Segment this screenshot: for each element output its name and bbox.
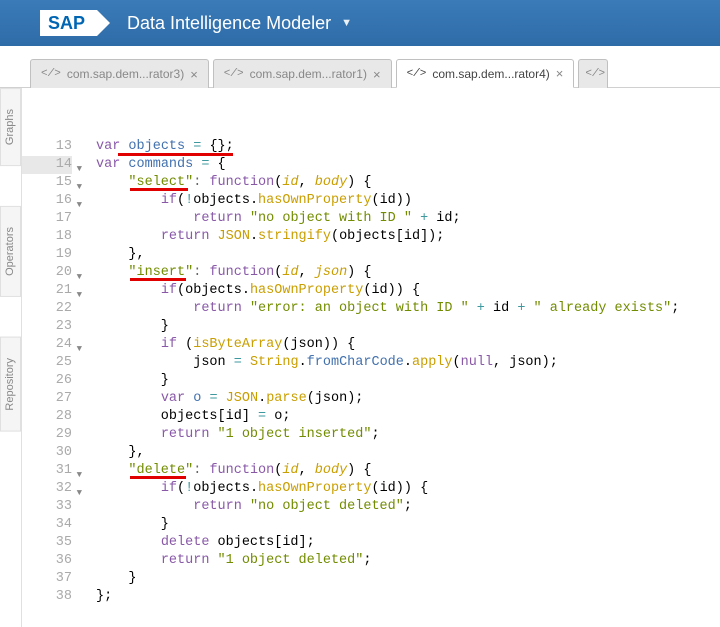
code-line[interactable]: } [96,318,720,336]
code-line[interactable]: return "no object deleted"; [96,498,720,516]
code-icon: </> [224,68,244,80]
close-icon[interactable]: × [556,66,564,81]
line-number: 23 [22,318,72,336]
workspace: Graphs Operators Repository 1314▼15▼16▼1… [0,88,720,627]
line-number: 32▼ [22,480,72,498]
code-line[interactable]: "insert": function(id, json) { [96,264,720,282]
close-icon[interactable]: × [373,67,381,82]
code-line[interactable]: "delete": function(id, body) { [96,462,720,480]
code-line[interactable]: } [96,570,720,588]
code-line[interactable]: var o = JSON.parse(json); [96,390,720,408]
code-line[interactable]: if(!objects.hasOwnProperty(id)) [96,192,720,210]
side-tabs: Graphs Operators Repository [0,88,22,627]
code-line[interactable]: }; [96,588,720,606]
code-editor[interactable]: 1314▼15▼16▼17181920▼21▼222324▼2526272829… [22,88,720,627]
chevron-down-icon: ▼ [341,17,352,29]
line-number: 34 [22,516,72,534]
line-number: 36 [22,552,72,570]
line-number-gutter: 1314▼15▼16▼17181920▼21▼222324▼2526272829… [22,138,78,627]
line-number: 25 [22,354,72,372]
side-tab-repository[interactable]: Repository [0,337,21,432]
editor-tab[interactable]: </> com.sap.dem...rator3) × [30,59,209,88]
line-number: 30 [22,444,72,462]
code-line[interactable]: json = String.fromCharCode.apply(null, j… [96,354,720,372]
code-line[interactable]: var objects = {}; [96,138,720,156]
code-line[interactable]: if(objects.hasOwnProperty(id)) { [96,282,720,300]
editor-tab[interactable]: </> com.sap.dem...rator1) × [213,59,392,88]
editor-tab-active[interactable]: </> com.sap.dem...rator4) × [396,59,575,88]
code-line[interactable]: }, [96,246,720,264]
line-number: 22 [22,300,72,318]
line-number: 28 [22,408,72,426]
line-number: 37 [22,570,72,588]
line-number: 21▼ [22,282,72,300]
tab-label: com.sap.dem...rator1) [250,67,367,81]
code-line[interactable]: }, [96,444,720,462]
code-line[interactable]: if (isByteArray(json)) { [96,336,720,354]
line-number: 15▼ [22,174,72,192]
code-line[interactable]: delete objects[id]; [96,534,720,552]
annotation-underline [130,476,186,479]
code-line[interactable]: if(!objects.hasOwnProperty(id)) { [96,480,720,498]
line-number: 18 [22,228,72,246]
app-header: SAP Data Intelligence Modeler ▼ [0,0,720,46]
code-icon: </> [407,68,427,80]
code-line[interactable]: objects[id] = o; [96,408,720,426]
code-line[interactable]: return "1 object inserted"; [96,426,720,444]
close-icon[interactable]: × [190,67,198,82]
code-line[interactable]: } [96,372,720,390]
sap-logo: SAP [40,10,97,36]
code-line[interactable]: } [96,516,720,534]
line-number: 17 [22,210,72,228]
line-number: 33 [22,498,72,516]
tab-label: com.sap.dem...rator3) [67,67,184,81]
line-number: 35 [22,534,72,552]
editor-tabs-bar: </> com.sap.dem...rator3) × </> com.sap.… [0,46,720,88]
line-number: 38 [22,588,72,606]
line-number: 16▼ [22,192,72,210]
line-number: 14▼ [22,156,72,174]
code-line[interactable]: return "error: an object with ID " + id … [96,300,720,318]
code-line[interactable]: return "1 object deleted"; [96,552,720,570]
tab-label: com.sap.dem...rator4) [432,67,549,81]
side-tab-graphs[interactable]: Graphs [0,88,21,166]
annotation-underline [118,153,233,156]
app-title-text: Data Intelligence Modeler [127,13,331,34]
line-number: 26 [22,372,72,390]
line-number: 19 [22,246,72,264]
side-tab-operators[interactable]: Operators [0,206,21,297]
code-line[interactable]: "select": function(id, body) { [96,174,720,192]
code-icon: </> [585,68,605,80]
code-line[interactable]: var commands = { [96,156,720,174]
line-number: 31▼ [22,462,72,480]
line-number: 27 [22,390,72,408]
line-number: 29 [22,426,72,444]
line-number: 13 [22,138,72,156]
code-line[interactable]: return "no object with ID " + id; [96,210,720,228]
line-number: 24▼ [22,336,72,354]
code-line[interactable]: return JSON.stringify(objects[id]); [96,228,720,246]
code-icon: </> [41,68,61,80]
line-number: 20▼ [22,264,72,282]
editor-tab[interactable]: </> [578,59,608,88]
annotation-underline [130,278,186,281]
app-title[interactable]: Data Intelligence Modeler ▼ [127,13,352,34]
annotation-underline [130,188,188,191]
code-content[interactable]: var objects = {};var commands = { "selec… [78,138,720,627]
